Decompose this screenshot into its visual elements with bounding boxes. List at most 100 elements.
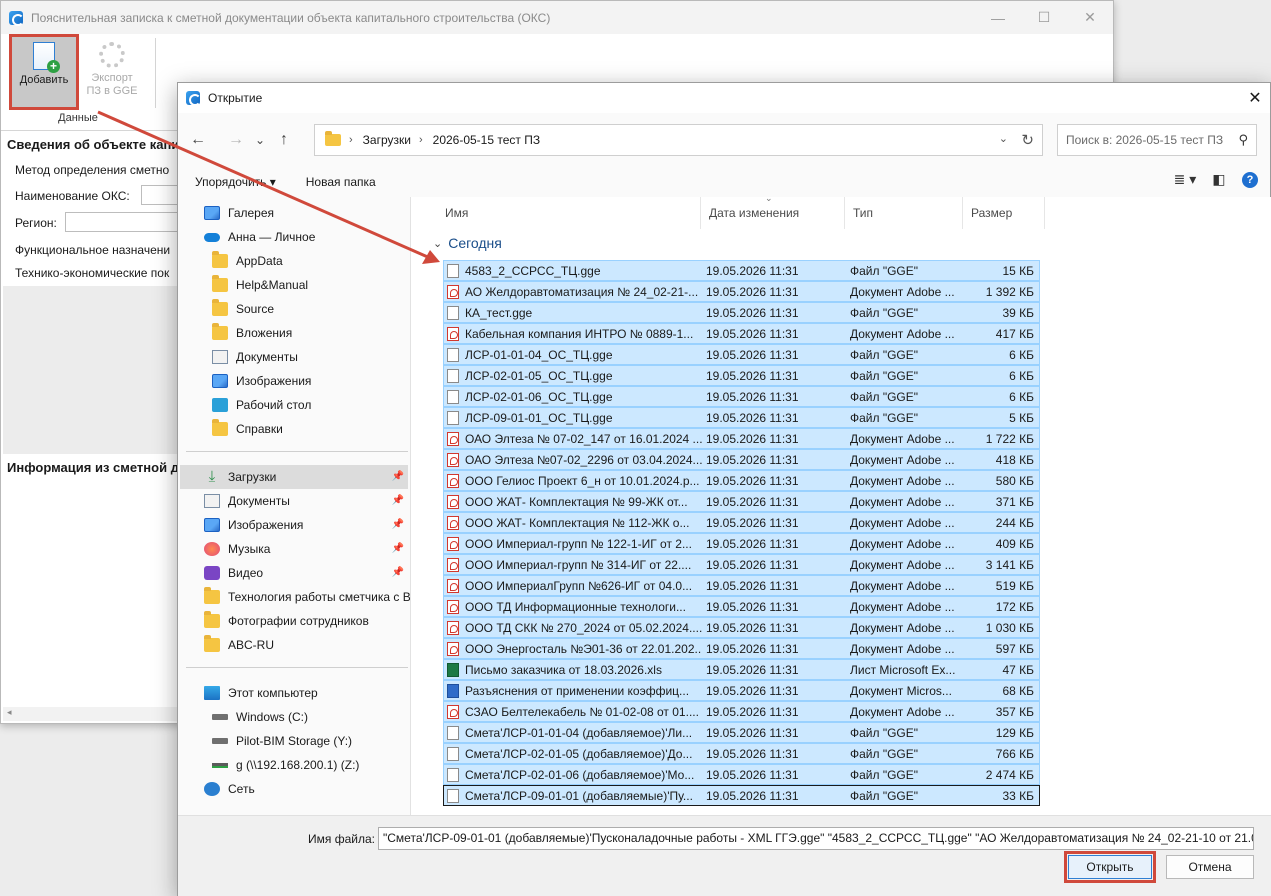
nav-item-network[interactable]: Сеть	[204, 777, 255, 801]
file-row[interactable]: КА_тест.gge 19.05.2026 11:31 Файл "GGE" 39 …	[443, 302, 1040, 323]
file-date-cell: 19.05.2026 11:31	[706, 683, 799, 698]
column-header-size[interactable]: Размер	[963, 197, 1045, 229]
file-row[interactable]: АО Желдоравтоматизация № 24_02-21-... 19.…	[443, 281, 1040, 302]
folder-icon	[212, 299, 228, 316]
organize-menu[interactable]: Упорядочить ▾	[195, 175, 276, 189]
nav-item-drive-y[interactable]: Pilot-BIM Storage (Y:)	[212, 729, 352, 753]
file-date-cell: 19.05.2026 11:31	[706, 452, 799, 467]
region-input[interactable]	[65, 212, 181, 232]
dialog-close-button[interactable]: ✕	[1240, 83, 1270, 113]
file-row[interactable]: Разъяснения от применении коэффиц... 19.0…	[443, 680, 1040, 701]
nav-item-helpmanual[interactable]: Help&Manual	[212, 273, 308, 297]
minimize-button[interactable]: —	[975, 1, 1021, 34]
back-arrow-icon[interactable]: ←	[184, 126, 212, 154]
search-input[interactable]: Поиск в: 2026-05-15 тест ПЗ ⚲	[1057, 124, 1257, 156]
nav-item-attachments[interactable]: Вложения	[212, 321, 292, 345]
open-button[interactable]: Открыть	[1064, 851, 1156, 883]
file-row[interactable]: Смета'ЛСР-02-01-05 (добавляемое)'До... 19…	[443, 743, 1040, 764]
group-header-today[interactable]: ⌄ Сегодня	[433, 235, 502, 251]
file-date-cell: 19.05.2026 11:31	[706, 725, 799, 740]
file-row[interactable]: ООО Империал-групп № 314-ИГ от 22.... 19.…	[443, 554, 1040, 575]
file-row[interactable]: ООО ЖАТ- Комплектация № 112-ЖК о... 19.05…	[443, 512, 1040, 533]
forward-arrow-icon[interactable]: →	[222, 126, 250, 154]
file-row[interactable]: ООО ЖАТ- Комплектация № 99-ЖК от... 19.05…	[443, 491, 1040, 512]
up-arrow-icon[interactable]: ↑	[270, 126, 298, 154]
horizontal-scrollbar[interactable]: ◂	[3, 707, 179, 721]
file-row[interactable]: ЛСР-02-01-06_ОС_ТЦ.gge 19.05.2026 11:31 Фа…	[443, 386, 1040, 407]
address-dropdown-icon[interactable]: ⌄	[999, 132, 1008, 145]
nav-item-documents-pinned[interactable]: Документы	[204, 489, 290, 513]
nav-item-abc-ru[interactable]: ABC-RU	[204, 633, 274, 657]
oks-name-input[interactable]	[141, 185, 181, 205]
pin-icon[interactable]: 📌	[392, 567, 404, 578]
column-header-type[interactable]: Тип	[845, 197, 963, 229]
cancel-button[interactable]: Отмена	[1166, 855, 1254, 879]
file-row[interactable]: ОАО Элтеза № 07-02_147 от 16.01.2024 ...…	[443, 428, 1040, 449]
nav-item-downloads[interactable]: ⤓ Загрузки	[204, 465, 277, 489]
file-row[interactable]: ООО Энергосталь №Э01-36 от 22.01.202... 1…	[443, 638, 1040, 659]
pin-icon[interactable]: 📌	[392, 471, 404, 482]
file-row[interactable]: СЗАО Белтелекабель № 01-02-08 от 01.... 1…	[443, 701, 1040, 722]
nav-item-video[interactable]: Видео	[204, 561, 263, 585]
nav-item-source[interactable]: Source	[212, 297, 274, 321]
export-gge-button[interactable]: Экспорт ПЗ в GGE	[79, 36, 145, 108]
file-size-cell: 244 КБ	[995, 515, 1034, 530]
column-header-date[interactable]: Дата изменения ⌄	[701, 193, 845, 229]
file-row[interactable]: Кабельная компания ИНТРО № 0889-1... 19.0…	[443, 323, 1040, 344]
view-menu-icon[interactable]: ≣ ▾	[1170, 171, 1200, 188]
doc-file-icon	[447, 683, 459, 698]
file-row[interactable]: ОАО Элтеза №07-02_2296 от 03.04.2024....…	[443, 449, 1040, 470]
nav-item-staff-photos[interactable]: Фотографии сотрудников	[204, 609, 369, 633]
file-name-cell: ООО ЖАТ- Комплектация № 112-ЖК о...	[444, 515, 702, 530]
nav-item-estimator-tech[interactable]: Технология работы сметчика с В	[204, 585, 411, 609]
nav-item-this-pc[interactable]: Этот компьютер	[204, 681, 318, 705]
file-row[interactable]: ООО Гелиос Проект 6_н от 10.01.2024.p...…	[443, 470, 1040, 491]
preview-pane-icon[interactable]: ◧	[1204, 171, 1234, 188]
new-folder-button[interactable]: Новая папка	[306, 175, 376, 189]
pin-icon[interactable]: 📌	[392, 495, 404, 506]
nav-item-gallery[interactable]: Галерея	[204, 201, 274, 225]
file-row[interactable]: ООО ТД Информационные технологи... 19.05.…	[443, 596, 1040, 617]
nav-item-documents[interactable]: Документы	[212, 345, 298, 369]
address-bar[interactable]: › Загрузки › 2026-05-15 тест ПЗ ⌄ ↻	[314, 124, 1043, 156]
breadcrumb-current-folder[interactable]: 2026-05-15 тест ПЗ	[433, 133, 540, 147]
nav-item-onedrive[interactable]: Анна — Личное	[204, 225, 315, 249]
file-row[interactable]: 4583_2_ССРСС_ТЦ.gge 19.05.2026 11:31 Файл …	[443, 260, 1040, 281]
network-icon	[204, 782, 220, 796]
filename-input[interactable]: "Смета'ЛСР-09-01-01 (добавляемые)'Пускон…	[378, 827, 1254, 850]
file-row[interactable]: Смета'ЛСР-09-01-01 (добавляемые)'Пу... 19…	[443, 785, 1040, 806]
column-header-name[interactable]: Имя	[437, 197, 701, 229]
recent-locations-chevron-icon[interactable]: ⌄	[250, 126, 270, 154]
breadcrumb-downloads[interactable]: Загрузки	[363, 133, 411, 147]
nav-item-references[interactable]: Справки	[212, 417, 283, 441]
file-row[interactable]: Смета'ЛСР-02-01-06 (добавляемое)'Мо... 19…	[443, 764, 1040, 785]
nav-item-desktop[interactable]: Рабочий стол	[212, 393, 311, 417]
refresh-icon[interactable]: ↻	[1021, 131, 1034, 149]
file-size-cell: 2 474 КБ	[985, 767, 1034, 782]
close-window-button[interactable]: ✕	[1067, 1, 1113, 34]
pin-icon[interactable]: 📌	[392, 519, 404, 530]
navigation-pane: Галерея Анна — Личное AppData Help&Manua…	[178, 197, 411, 815]
file-row[interactable]: ЛСР-01-01-04_ОС_ТЦ.gge 19.05.2026 11:31 Фа…	[443, 344, 1040, 365]
folder-icon	[204, 611, 220, 628]
file-row[interactable]: ООО ТД СКК № 270_2024 от 05.02.2024.... 1…	[443, 617, 1040, 638]
search-placeholder: Поиск в: 2026-05-15 тест ПЗ	[1066, 133, 1224, 147]
help-icon[interactable]: ?	[1242, 171, 1258, 188]
file-row[interactable]: ООО Империал-групп № 122-1-ИГ от 2... 19.…	[443, 533, 1040, 554]
nav-item-drive-c[interactable]: Windows (C:)	[212, 705, 308, 729]
nav-item-music[interactable]: Музыка	[204, 537, 270, 561]
add-button[interactable]: + Добавить	[9, 34, 79, 110]
nav-item-drive-z[interactable]: g (\\192.168.200.1) (Z:)	[212, 753, 359, 777]
maximize-button[interactable]: ☐	[1021, 1, 1067, 34]
file-row[interactable]: ЛСР-02-01-05_ОС_ТЦ.gge 19.05.2026 11:31 Фа…	[443, 365, 1040, 386]
nav-item-pictures[interactable]: Изображения	[212, 369, 311, 393]
add-button-label: Добавить	[19, 74, 69, 86]
search-icon: ⚲	[1238, 132, 1248, 147]
file-row[interactable]: Смета'ЛСР-01-01-04 (добавляемое)'Ли... 19…	[443, 722, 1040, 743]
file-row[interactable]: ООО ИмпериалГрупп №626-ИГ от 04.0... 19.0…	[443, 575, 1040, 596]
file-row[interactable]: Письмо заказчика от 18.03.2026.xls 19.05.…	[443, 659, 1040, 680]
file-row[interactable]: ЛСР-09-01-01_ОС_ТЦ.gge 19.05.2026 11:31 Фа…	[443, 407, 1040, 428]
nav-item-appdata[interactable]: AppData	[212, 249, 283, 273]
pin-icon[interactable]: 📌	[392, 543, 404, 554]
nav-item-pictures-pinned[interactable]: Изображения	[204, 513, 303, 537]
